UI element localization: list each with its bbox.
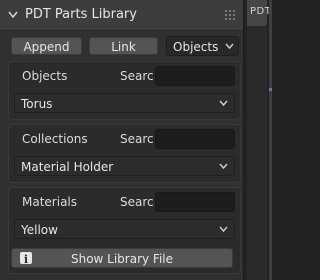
tab-pdt[interactable]: PDT: [247, 0, 271, 26]
drag-grip-icon[interactable]: [225, 10, 235, 20]
sidebar-tab-strip: PDT: [247, 0, 271, 280]
collections-section: Collections Searc Material Holder: [8, 124, 241, 183]
show-library-file-button[interactable]: Show Library File: [11, 248, 233, 270]
show-library-file-label: Show Library File: [70, 252, 174, 266]
materials-label: Materials: [22, 195, 78, 209]
objects-search-input[interactable]: [155, 66, 235, 86]
append-button[interactable]: Append: [11, 37, 82, 55]
objects-selected-value: Torus: [21, 97, 53, 111]
chevron-down-icon: [225, 43, 234, 50]
materials-selected-value: Yellow: [21, 223, 58, 237]
objects-label: Objects: [22, 69, 68, 83]
objects-select[interactable]: Torus: [14, 93, 235, 113]
chevron-down-icon: [219, 226, 228, 233]
chevron-down-icon[interactable]: [8, 11, 18, 19]
pdt-parts-library-panel: PDT Parts Library Append Link Objects Ob…: [0, 0, 244, 280]
region-edge-marker: [269, 88, 272, 91]
materials-search-label: Searc: [120, 195, 154, 209]
collections-search-label: Searc: [120, 132, 154, 146]
objects-section: Objects Searc Torus: [8, 61, 241, 120]
materials-search-input[interactable]: [155, 192, 235, 212]
mode-dropdown-value: Objects: [173, 40, 219, 54]
materials-select[interactable]: Yellow: [14, 219, 235, 239]
link-button[interactable]: Link: [89, 37, 158, 55]
collections-selected-value: Material Holder: [21, 160, 114, 174]
collections-label: Collections: [22, 132, 88, 146]
collections-search-input[interactable]: [155, 129, 235, 149]
chevron-down-icon: [219, 163, 228, 170]
collections-select[interactable]: Material Holder: [14, 156, 235, 176]
region-edge: [269, 0, 272, 280]
mode-dropdown[interactable]: Objects: [166, 36, 239, 56]
chevron-down-icon: [219, 100, 228, 107]
panel-header[interactable]: PDT Parts Library: [0, 0, 243, 31]
objects-search-label: Searc: [120, 69, 154, 83]
info-icon: [20, 250, 32, 270]
panel-title: PDT Parts Library: [25, 7, 137, 22]
